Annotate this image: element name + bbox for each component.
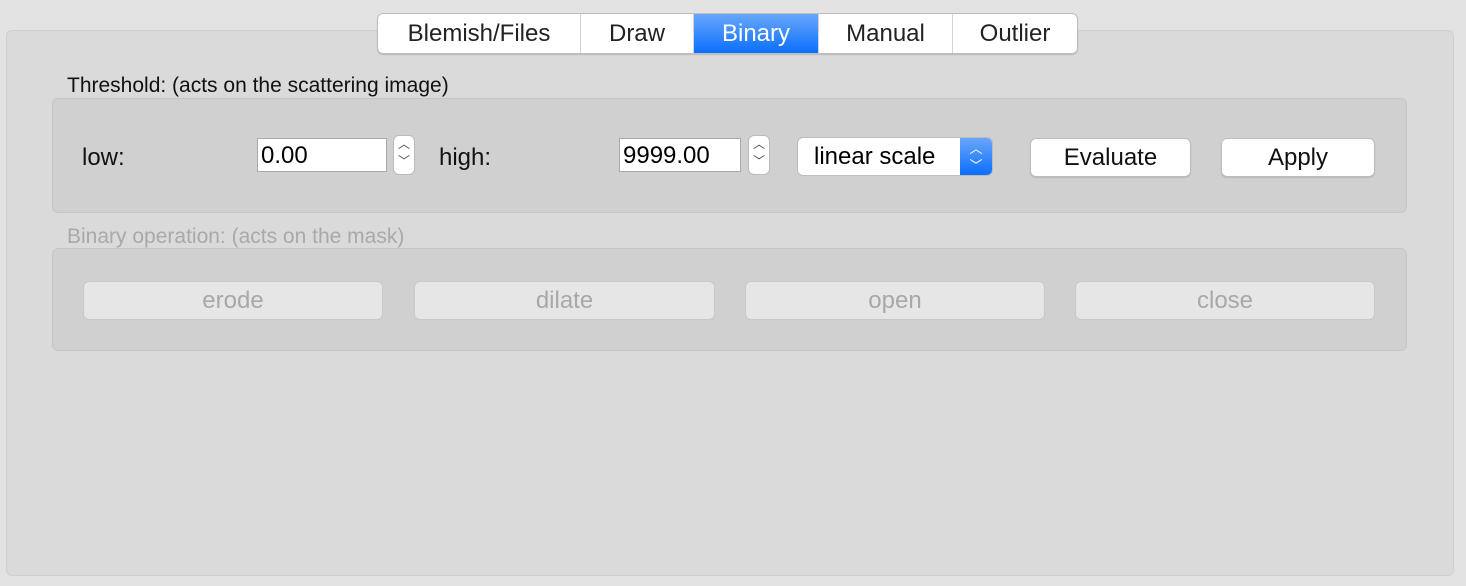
- low-input[interactable]: 0.00: [257, 138, 387, 172]
- dilate-button[interactable]: dilate: [414, 281, 715, 320]
- threshold-title: Threshold: (acts on the scattering image…: [67, 74, 449, 97]
- open-button[interactable]: open: [745, 281, 1045, 320]
- binary-title: Binary operation: (acts on the mask): [67, 225, 405, 248]
- tab-outlier[interactable]: Outlier: [953, 14, 1077, 53]
- close-button[interactable]: close: [1075, 281, 1375, 320]
- low-label: low:: [82, 144, 125, 171]
- evaluate-button[interactable]: Evaluate: [1030, 138, 1191, 177]
- high-label: high:: [439, 144, 492, 171]
- chevron-up-down-icon: ︿ ﹀: [960, 138, 992, 175]
- tab-manual[interactable]: Manual: [819, 14, 953, 53]
- high-input[interactable]: 9999.00: [619, 138, 741, 172]
- tab-bar: Blemish/Files Draw Binary Manual Outlier: [377, 13, 1078, 54]
- scale-select-value: linear scale: [814, 142, 936, 170]
- tab-blemish-files[interactable]: Blemish/Files: [378, 14, 581, 53]
- erode-button[interactable]: erode: [83, 281, 383, 320]
- apply-button[interactable]: Apply: [1221, 138, 1375, 177]
- scale-select[interactable]: linear scale ︿ ﹀: [797, 137, 993, 176]
- low-stepper-icon[interactable]: ︿ ﹀: [393, 135, 415, 175]
- high-stepper-icon[interactable]: ︿ ﹀: [748, 135, 770, 175]
- tab-binary[interactable]: Binary: [694, 14, 819, 53]
- tab-draw[interactable]: Draw: [581, 14, 694, 53]
